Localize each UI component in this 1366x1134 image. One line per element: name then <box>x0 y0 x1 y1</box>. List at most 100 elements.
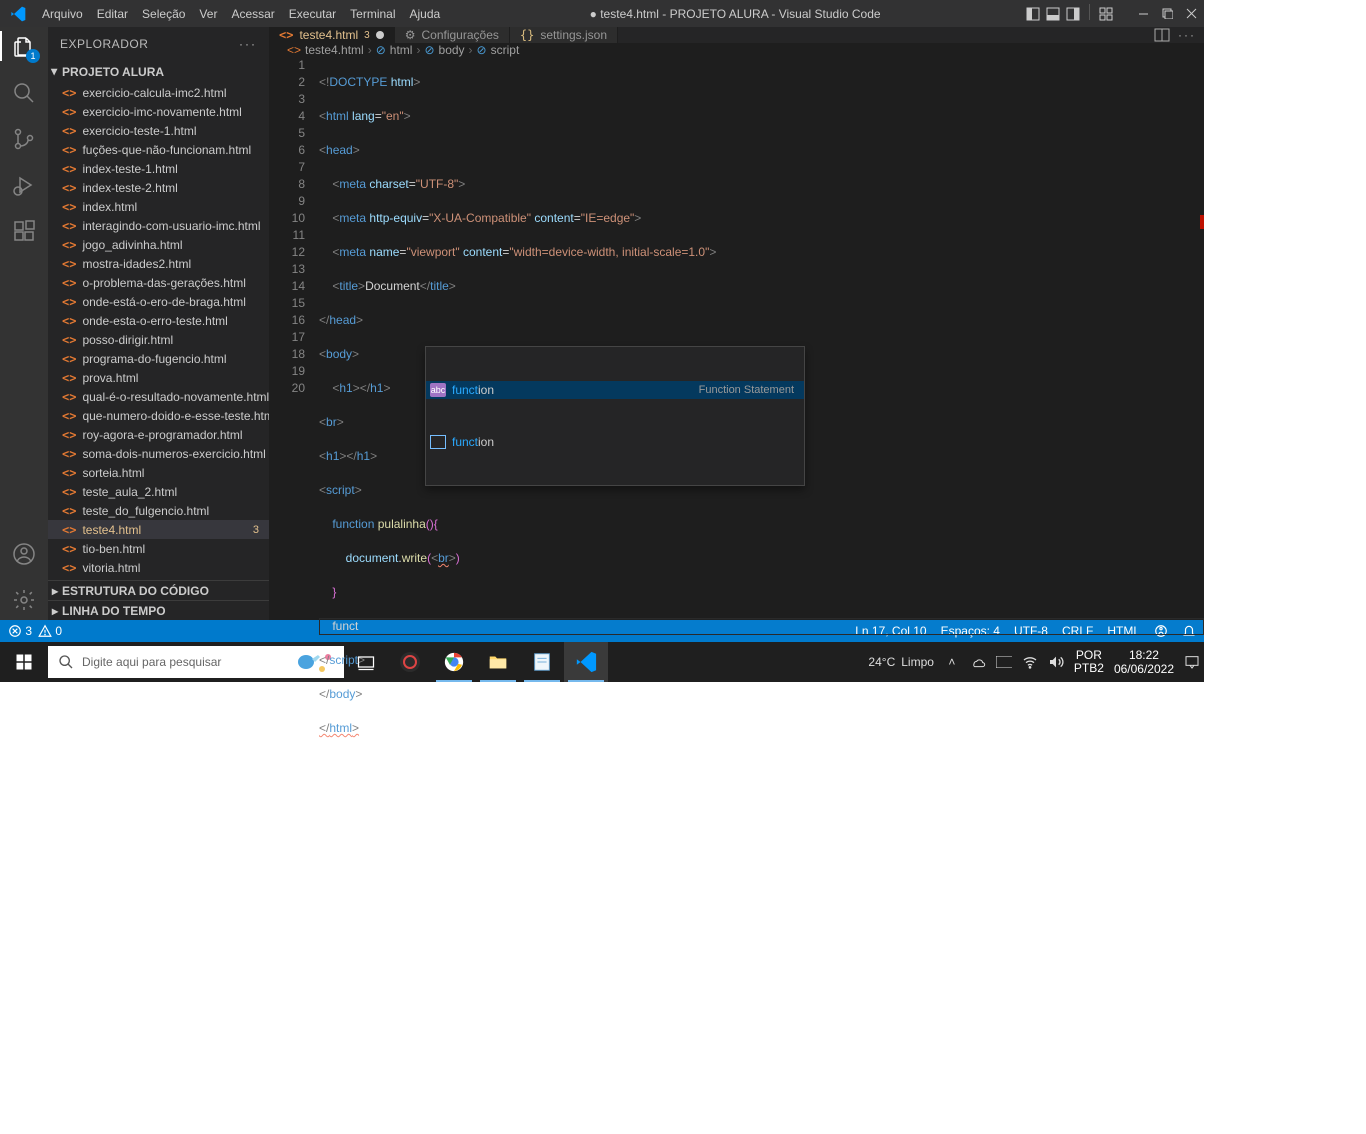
taskbar-notepad-icon[interactable] <box>520 642 564 682</box>
outline-section[interactable]: ▸ ESTRUTURA DO CÓDIGO <box>48 580 269 600</box>
project-folder-header[interactable]: ▸ PROJETO ALURA <box>48 61 269 83</box>
file-name: onde-está-o-ero-de-braga.html <box>82 295 245 309</box>
extensions-icon[interactable] <box>10 217 38 245</box>
menu-selecao[interactable]: Seleção <box>135 7 192 21</box>
file-row[interactable]: <>roy-agora-e-programador.html <box>48 425 269 444</box>
search-icon[interactable] <box>10 79 38 107</box>
file-row[interactable]: <>index-teste-1.html <box>48 159 269 178</box>
explorer-icon[interactable]: 1 <box>10 33 38 61</box>
taskbar-app-1[interactable] <box>388 642 432 682</box>
split-editor-icon[interactable] <box>1154 27 1170 43</box>
layout-controls <box>1023 4 1116 24</box>
vscode-window: Arquivo Editar Seleção Ver Acessar Execu… <box>0 0 1204 642</box>
accounts-icon[interactable] <box>10 540 38 568</box>
taskbar-chrome-icon[interactable] <box>432 642 476 682</box>
menu-arquivo[interactable]: Arquivo <box>35 7 90 21</box>
explorer-more-icon[interactable]: ··· <box>239 37 257 51</box>
file-row[interactable]: <>o-problema-das-gerações.html <box>48 273 269 292</box>
file-row[interactable]: <> onde-está-o-ero-de-braga.html <box>48 292 269 311</box>
file-row[interactable]: <> fuções-que-não-funcionam.html <box>48 140 269 159</box>
menu-editar[interactable]: Editar <box>90 7 135 21</box>
customize-layout-icon[interactable] <box>1096 4 1116 24</box>
html-file-icon: <> <box>62 390 76 404</box>
file-row[interactable]: <>que-numero-doido-e-esse-teste.html <box>48 406 269 425</box>
file-row[interactable]: <>qual-é-o-resultado-novamente.html <box>48 387 269 406</box>
file-row[interactable]: <>prova.html <box>48 368 269 387</box>
autocomplete-popup[interactable]: abc function Function Statement function <box>425 346 805 486</box>
file-row[interactable]: <>teste_do_fulgencio.html <box>48 501 269 520</box>
html-file-icon: <> <box>62 200 76 214</box>
start-button[interactable] <box>0 642 48 682</box>
file-row[interactable]: <>sorteia.html <box>48 463 269 482</box>
run-debug-icon[interactable] <box>10 171 38 199</box>
toggle-bottom-panel-icon[interactable] <box>1043 4 1063 24</box>
taskbar-vscode-icon[interactable] <box>564 642 608 682</box>
menu-acessar[interactable]: Acessar <box>224 7 281 21</box>
menu-ver[interactable]: Ver <box>192 7 224 21</box>
html-file-icon: <> <box>62 542 76 556</box>
file-row[interactable]: <>mostra-idades2.html <box>48 254 269 273</box>
source-control-icon[interactable] <box>10 125 38 153</box>
menu-executar[interactable]: Executar <box>282 7 343 21</box>
file-row[interactable]: <>vitoria.html <box>48 558 269 577</box>
timeline-section[interactable]: ▸ LINHA DO TEMPO <box>48 600 269 620</box>
html-file-icon: <> <box>62 276 76 290</box>
file-row[interactable]: <>jogo_adivinha.html <box>48 235 269 254</box>
file-name: exercicio-imc-novamente.html <box>82 105 241 119</box>
file-row[interactable]: <>programa-do-fugencio.html <box>48 349 269 368</box>
html-file-icon: <> <box>62 219 76 233</box>
file-row[interactable]: <>onde-esta-o-erro-teste.html <box>48 311 269 330</box>
file-row[interactable]: <>posso-dirigir.html <box>48 330 269 349</box>
menu-ajuda[interactable]: Ajuda <box>403 7 448 21</box>
file-row[interactable]: <>index.html <box>48 197 269 216</box>
html-file-icon: <> <box>62 523 76 537</box>
explorer-title: EXPLORADOR <box>60 37 148 51</box>
autocomplete-item[interactable]: abc function Function Statement <box>426 381 804 399</box>
warning-count[interactable]: 0 <box>38 624 62 638</box>
file-name: mostra-idades2.html <box>82 257 191 271</box>
error-count[interactable]: 3 <box>8 624 32 638</box>
settings-gear-icon[interactable] <box>10 586 38 614</box>
file-row[interactable]: <>soma-dois-numeros-exercicio.html <box>48 444 269 463</box>
file-row[interactable]: <>teste_aula_2.html <box>48 482 269 501</box>
code-editor[interactable]: 1234567891011121314151617181920 <!DOCTYP… <box>269 57 1204 822</box>
file-row[interactable]: <>tio-ben.html <box>48 539 269 558</box>
file-name: soma-dois-numeros-exercicio.html <box>82 447 265 461</box>
line-gutter: 1234567891011121314151617181920 <box>269 57 319 822</box>
file-name: interagindo-com-usuario-imc.html <box>82 219 260 233</box>
explorer-sidebar: EXPLORADOR ··· ▸ PROJETO ALURA <>exercic… <box>48 27 269 620</box>
html-file-icon: <> <box>62 333 76 347</box>
problems-badge: 3 <box>253 524 259 536</box>
html-file-icon: <> <box>279 28 293 42</box>
keyword-kind-icon: abc <box>430 383 446 397</box>
tab-teste4[interactable]: <> teste4.html 3 <box>269 27 395 43</box>
menu-terminal[interactable]: Terminal <box>343 7 402 21</box>
html-file-icon: <> <box>62 295 76 309</box>
file-row[interactable]: <>teste4.html3 <box>48 520 269 539</box>
file-row[interactable]: <>exercicio-imc-novamente.html <box>48 102 269 121</box>
tab-configuracoes[interactable]: ⚙ Configurações <box>395 27 510 43</box>
file-row[interactable]: <>exercicio-teste-1.html <box>48 121 269 140</box>
file-row[interactable]: <>exercicio-calcula-imc2.html <box>48 83 269 102</box>
window-maximize-icon[interactable] <box>1158 5 1176 23</box>
overview-ruler-error[interactable] <box>1200 215 1204 229</box>
autocomplete-item[interactable]: function <box>426 433 804 451</box>
window-close-icon[interactable] <box>1182 5 1200 23</box>
file-name: que-numero-doido-e-esse-teste.html <box>82 409 269 423</box>
breadcrumbs[interactable]: <> teste4.html› ⊘html› ⊘body› ⊘script <box>269 43 1204 57</box>
html-file-icon: <> <box>62 143 76 157</box>
file-name: fuções-que-não-funcionam.html <box>82 143 251 157</box>
menu-bar: Arquivo Editar Seleção Ver Acessar Execu… <box>35 7 447 21</box>
html-file-icon: <> <box>62 238 76 252</box>
toggle-right-panel-icon[interactable] <box>1063 4 1083 24</box>
file-row[interactable]: <> interagindo-com-usuario-imc.html <box>48 216 269 235</box>
file-row[interactable]: <>index-teste-2.html <box>48 178 269 197</box>
task-view-icon[interactable] <box>344 642 388 682</box>
window-minimize-icon[interactable] <box>1134 5 1152 23</box>
taskbar-file-explorer-icon[interactable] <box>476 642 520 682</box>
toggle-left-panel-icon[interactable] <box>1023 4 1043 24</box>
file-name: teste_aula_2.html <box>82 485 177 499</box>
more-actions-icon[interactable]: ··· <box>1178 28 1196 42</box>
project-name: PROJETO ALURA <box>62 65 164 79</box>
tab-settings-json[interactable]: {} settings.json <box>510 27 618 43</box>
